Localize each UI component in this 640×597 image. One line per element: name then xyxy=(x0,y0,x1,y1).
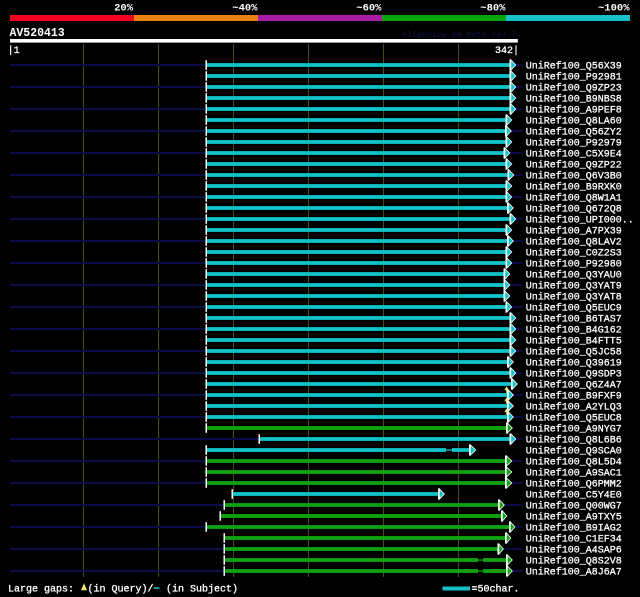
svg-text:UniRef100_A7PX39: UniRef100_A7PX39 xyxy=(526,226,622,238)
svg-text:AlignView.pm Beta rel.7: AlignView.pm Beta rel.7 xyxy=(402,30,517,40)
svg-text:UniRef100_Q8L5D4: UniRef100_Q8L5D4 xyxy=(526,457,622,469)
svg-text:UniRef100_A9NYG7: UniRef100_A9NYG7 xyxy=(526,424,622,436)
svg-text:UniRef100_B9NBS8: UniRef100_B9NBS8 xyxy=(526,94,622,106)
svg-text:UniRef100_Q9ZP22: UniRef100_Q9ZP22 xyxy=(526,160,622,172)
svg-text:~100%: ~100% xyxy=(598,3,630,15)
svg-text:UniRef100_A4SAP6: UniRef100_A4SAP6 xyxy=(526,545,622,557)
svg-text:UniRef100_A2YLQ3: UniRef100_A2YLQ3 xyxy=(526,402,622,414)
svg-text:UniRef100_A8J6A7: UniRef100_A8J6A7 xyxy=(526,567,622,579)
svg-text:UniRef100_B9FXF9: UniRef100_B9FXF9 xyxy=(526,391,622,403)
svg-text:UniRef100_Q9SDP3: UniRef100_Q9SDP3 xyxy=(526,369,622,381)
svg-text:UniRef100_Q6V3B0: UniRef100_Q6V3B0 xyxy=(526,171,622,183)
svg-text:=50char.: =50char. xyxy=(472,584,520,596)
svg-text:UniRef100_Q56ZY2: UniRef100_Q56ZY2 xyxy=(526,127,622,139)
svg-text:UniRef100_C0Z2S3: UniRef100_C0Z2S3 xyxy=(526,248,622,260)
svg-text:UniRef100_Q56X39: UniRef100_Q56X39 xyxy=(526,61,622,73)
svg-text:~60%: ~60% xyxy=(356,3,382,15)
svg-text:UniRef100_Q8L6B6: UniRef100_Q8L6B6 xyxy=(526,435,622,447)
svg-text:UniRef100_B9RXK0: UniRef100_B9RXK0 xyxy=(526,182,622,194)
svg-text:UniRef100_Q6PMM2: UniRef100_Q6PMM2 xyxy=(526,479,622,491)
svg-text:~40%: ~40% xyxy=(232,3,258,15)
svg-text:UniRef100_P92979: UniRef100_P92979 xyxy=(526,138,622,150)
svg-text:UniRef100_C5X9E4: UniRef100_C5X9E4 xyxy=(526,149,622,161)
svg-text:Large gaps:: Large gaps: xyxy=(8,585,74,596)
svg-text:UniRef100_Q8S2V8: UniRef100_Q8S2V8 xyxy=(526,556,622,568)
svg-text:UniRef100_Q8W1A1: UniRef100_Q8W1A1 xyxy=(526,193,622,205)
svg-text:UniRef100_Q00WG7: UniRef100_Q00WG7 xyxy=(526,501,622,513)
svg-text:UniRef100_P92981: UniRef100_P92981 xyxy=(526,72,622,84)
svg-text:(in Query)/: (in Query)/ xyxy=(88,584,154,596)
svg-text:UniRef100_Q3YAU0: UniRef100_Q3YAU0 xyxy=(526,270,622,282)
svg-text:UniRef100_UPI000..: UniRef100_UPI000.. xyxy=(526,215,634,227)
svg-text:UniRef100_Q9ZP23: UniRef100_Q9ZP23 xyxy=(526,83,622,95)
svg-text:UniRef100_B9IAG2: UniRef100_B9IAG2 xyxy=(526,523,622,535)
svg-text:UniRef100_Q9SCA0: UniRef100_Q9SCA0 xyxy=(526,446,622,458)
svg-text:(in Subject): (in Subject) xyxy=(166,584,238,596)
svg-text:UniRef100_Q3YAT8: UniRef100_Q3YAT8 xyxy=(526,292,622,304)
svg-text:UniRef100_Q39619: UniRef100_Q39619 xyxy=(526,358,622,370)
svg-text:AV520413: AV520413 xyxy=(10,27,65,40)
svg-text:UniRef100_Q3YAT9: UniRef100_Q3YAT9 xyxy=(526,281,622,293)
svg-text:UniRef100_A9PEF8: UniRef100_A9PEF8 xyxy=(526,105,622,117)
svg-text:UniRef100_C5Y4E0: UniRef100_C5Y4E0 xyxy=(526,490,622,502)
svg-text:UniRef100_Q8LAV2: UniRef100_Q8LAV2 xyxy=(526,237,622,249)
svg-text:UniRef100_Q5JC58: UniRef100_Q5JC58 xyxy=(526,347,622,359)
svg-text:|1: |1 xyxy=(8,45,20,57)
svg-text:UniRef100_B6TAS7: UniRef100_B6TAS7 xyxy=(526,314,622,326)
svg-text:UniRef100_B4G162: UniRef100_B4G162 xyxy=(526,325,622,337)
svg-text:UniRef100_Q5EUC8: UniRef100_Q5EUC8 xyxy=(526,413,622,425)
svg-text:UniRef100_Q8LA60: UniRef100_Q8LA60 xyxy=(526,116,622,128)
svg-text:20%: 20% xyxy=(114,3,134,15)
svg-text:UniRef100_Q6Z4A7: UniRef100_Q6Z4A7 xyxy=(526,380,622,392)
svg-text:UniRef100_B4FTT5: UniRef100_B4FTT5 xyxy=(526,336,622,348)
svg-text:UniRef100_A9SAC1: UniRef100_A9SAC1 xyxy=(526,468,622,480)
svg-text:UniRef100_P92980: UniRef100_P92980 xyxy=(526,259,622,271)
svg-text:~80%: ~80% xyxy=(480,3,506,15)
svg-text:UniRef100_A9TXY5: UniRef100_A9TXY5 xyxy=(526,512,622,524)
svg-text:342|: 342| xyxy=(495,45,519,57)
svg-text:UniRef100_C1EF34: UniRef100_C1EF34 xyxy=(526,534,622,546)
svg-text:UniRef100_Q5EUC9: UniRef100_Q5EUC9 xyxy=(526,303,622,315)
svg-text:UniRef100_Q672Q8: UniRef100_Q672Q8 xyxy=(526,204,622,216)
